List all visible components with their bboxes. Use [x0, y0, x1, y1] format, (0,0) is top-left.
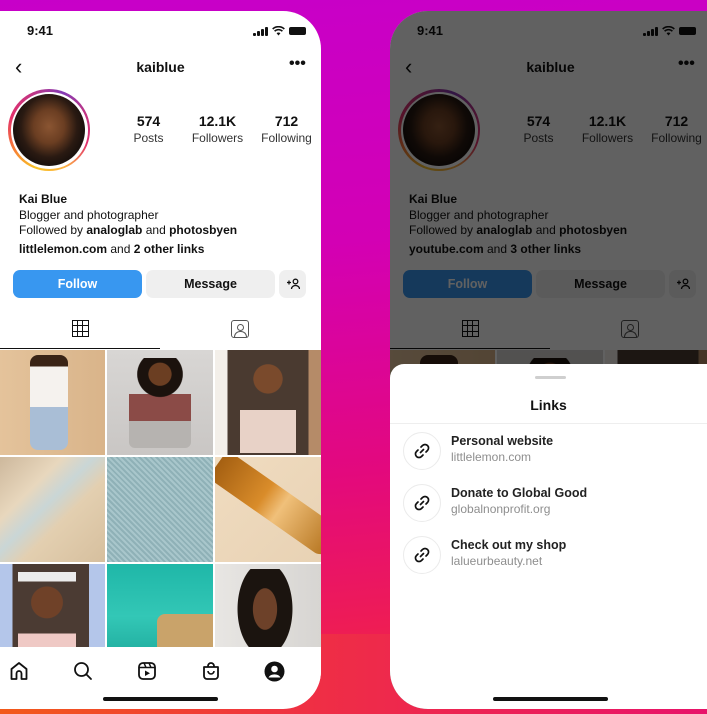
- stat-posts[interactable]: 574 Posts: [114, 113, 183, 145]
- grid-photo[interactable]: [0, 350, 105, 455]
- phone-profile: 9:41 ‹ kaiblue ••• 574 Posts 12.1K Follo…: [0, 11, 321, 709]
- link-icon: [414, 547, 430, 563]
- bio-links[interactable]: littlelemon.com and 2 other links: [19, 242, 237, 258]
- add-user-icon: [286, 278, 300, 290]
- home-indicator: [493, 697, 608, 701]
- stat-value: 574: [136, 113, 161, 129]
- stat-value: 12.1K: [198, 113, 237, 129]
- profile-name: Kai Blue: [19, 192, 68, 206]
- status-time: 9:41: [27, 23, 54, 38]
- link-url: lalueurbeauty.net: [451, 554, 543, 568]
- link-url: globalnonprofit.org: [451, 502, 551, 516]
- links-bottom-sheet: Links Personal website littlelemon.com D…: [390, 364, 707, 709]
- grid-photo[interactable]: [107, 350, 213, 455]
- link-item[interactable]: Personal website littlelemon.com: [403, 432, 703, 472]
- stat-value: 712: [274, 113, 299, 129]
- link-title: Personal website: [451, 434, 554, 448]
- sheet-title: Links: [530, 397, 567, 413]
- bio-links-mid: and: [107, 241, 134, 256]
- phone-links-sheet: 9:41 ‹ kaiblue ••• 574 Posts 12.1K Follo…: [390, 11, 707, 709]
- follower-link[interactable]: photosbyen: [169, 223, 237, 237]
- tab-reels[interactable]: [135, 659, 159, 683]
- grid-photo[interactable]: [0, 457, 105, 562]
- battery-icon: [288, 27, 306, 35]
- bio-link-main[interactable]: littlelemon.com: [19, 242, 107, 256]
- profile-bio: Kai Blue Blogger and photographer Follow…: [19, 192, 237, 257]
- grid-photo[interactable]: [215, 457, 321, 562]
- wifi-icon: [271, 26, 285, 36]
- profile-icon: [264, 661, 284, 681]
- tab-tagged[interactable]: [160, 309, 320, 349]
- photo-grid: [0, 350, 321, 669]
- profile-header: ‹ kaiblue •••: [0, 55, 321, 81]
- profile-actions: Follow Message: [13, 270, 306, 298]
- tab-profile[interactable]: [262, 659, 286, 683]
- profile-tabs: [0, 309, 321, 349]
- profile-description: Blogger and photographer: [19, 207, 159, 222]
- more-options-button[interactable]: •••: [289, 55, 306, 73]
- tab-posts-grid[interactable]: [0, 309, 160, 349]
- avatar-photo: [13, 94, 85, 166]
- stat-label: Followers: [191, 131, 244, 145]
- link-icon: [414, 443, 430, 459]
- tab-shop[interactable]: [199, 659, 223, 683]
- message-button[interactable]: Message: [146, 270, 275, 298]
- grid-photo[interactable]: [215, 350, 321, 455]
- followed-by-mid: and: [142, 223, 170, 237]
- follow-button[interactable]: Follow: [13, 270, 142, 298]
- link-url: littlelemon.com: [451, 450, 532, 464]
- shop-icon: [203, 662, 219, 680]
- suggest-users-button[interactable]: [279, 270, 306, 298]
- followed-by-prefix: Followed by: [19, 223, 87, 237]
- follower-link[interactable]: analoglab: [86, 223, 142, 237]
- tab-home[interactable]: [7, 659, 31, 683]
- avatar[interactable]: [8, 89, 90, 171]
- bottom-tab-bar: [0, 647, 321, 695]
- reels-icon: [138, 662, 156, 680]
- bio-links-more[interactable]: 2 other links: [134, 242, 205, 256]
- grid-photo[interactable]: [107, 457, 213, 562]
- link-icon: [414, 495, 430, 511]
- stat-label: Posts: [133, 131, 164, 145]
- stat-followers[interactable]: 12.1K Followers: [183, 113, 252, 145]
- followed-by: Followed by analoglab and photosbyen: [19, 223, 237, 239]
- link-title: Donate to Global Good: [451, 486, 588, 500]
- profile-username: kaiblue: [136, 59, 185, 75]
- search-icon: [74, 662, 92, 680]
- status-bar: 9:41: [0, 23, 321, 43]
- home-icon: [10, 662, 28, 680]
- link-item[interactable]: Donate to Global Good globalnonprofit.or…: [403, 484, 703, 524]
- tagged-icon: [231, 320, 249, 338]
- divider: [390, 423, 707, 424]
- grid-icon: [71, 320, 89, 337]
- sheet-grabber[interactable]: [535, 376, 566, 379]
- home-indicator: [103, 697, 218, 701]
- stat-label: Following: [261, 131, 312, 145]
- link-title: Check out my shop: [451, 538, 567, 552]
- profile-stats: 574 Posts 12.1K Followers 712 Following: [114, 113, 321, 145]
- stat-following[interactable]: 712 Following: [252, 113, 321, 145]
- tab-search[interactable]: [71, 659, 95, 683]
- signal-icon: [253, 26, 268, 36]
- link-item[interactable]: Check out my shop lalueurbeauty.net: [403, 536, 703, 576]
